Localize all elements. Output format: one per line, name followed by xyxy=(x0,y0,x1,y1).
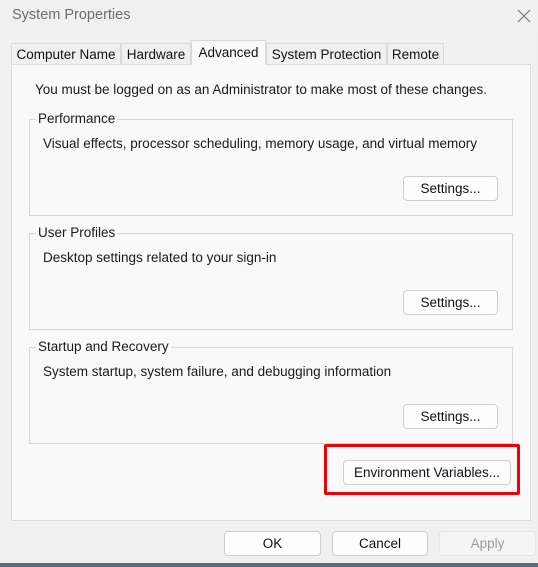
tab-advanced[interactable]: Advanced xyxy=(191,40,266,65)
tab-computer-name[interactable]: Computer Name xyxy=(11,43,121,64)
startup-recovery-group: Startup and Recovery System startup, sys… xyxy=(29,339,513,444)
group-title: User Profiles xyxy=(36,225,118,241)
close-icon[interactable] xyxy=(514,6,534,26)
group-description: System startup, system failure, and debu… xyxy=(43,364,392,379)
tab-system-protection[interactable]: System Protection xyxy=(266,43,387,64)
window-title: System Properties xyxy=(12,7,131,23)
group-description: Desktop settings related to your sign-in xyxy=(43,250,277,265)
tab-hardware[interactable]: Hardware xyxy=(121,43,191,64)
title-bar: System Properties xyxy=(0,0,538,33)
desktop-background-strip xyxy=(0,563,538,567)
performance-settings-button[interactable]: Settings... xyxy=(403,176,498,201)
group-title: Startup and Recovery xyxy=(36,339,171,355)
user-profiles-group: User Profiles Desktop settings related t… xyxy=(29,225,513,330)
performance-group: Performance Visual effects, processor sc… xyxy=(29,111,513,216)
cancel-button[interactable]: Cancel xyxy=(332,531,428,556)
group-description: Visual effects, processor scheduling, me… xyxy=(43,136,477,151)
apply-button[interactable]: Apply xyxy=(439,531,536,556)
startup-recovery-settings-button[interactable]: Settings... xyxy=(403,404,498,429)
tab-remote[interactable]: Remote xyxy=(387,43,444,64)
ok-button[interactable]: OK xyxy=(224,531,321,556)
highlight-box xyxy=(324,444,520,495)
admin-notice: You must be logged on as an Administrato… xyxy=(35,82,488,97)
group-title: Performance xyxy=(36,111,118,127)
user-profiles-settings-button[interactable]: Settings... xyxy=(403,290,498,315)
